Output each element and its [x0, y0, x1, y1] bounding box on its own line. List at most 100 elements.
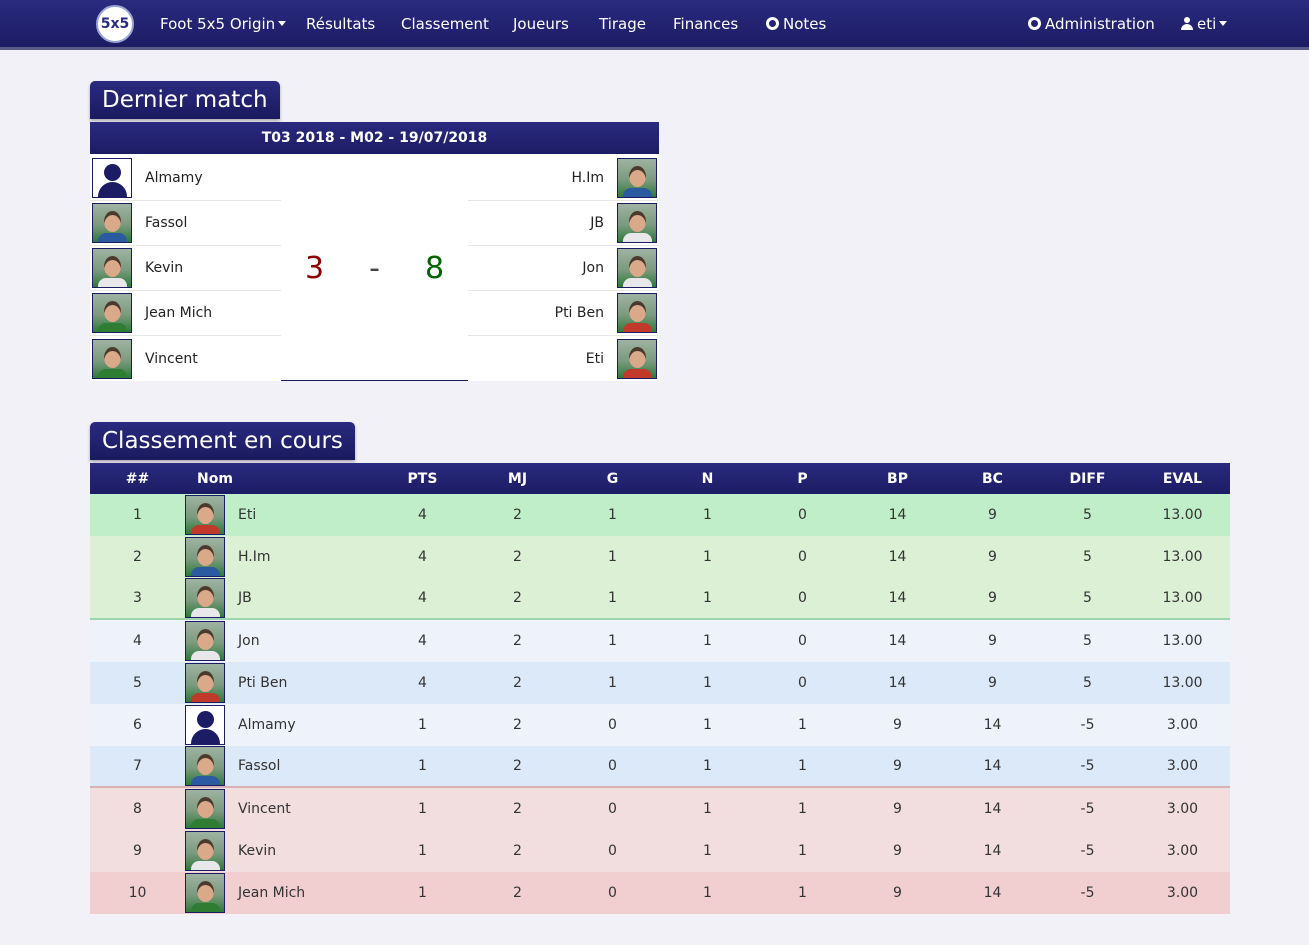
player-row[interactable]: Vincent: [90, 336, 281, 381]
g-cell: 0: [608, 843, 617, 859]
nav-classement[interactable]: Classement: [401, 15, 489, 33]
player-name[interactable]: Eti: [238, 494, 418, 536]
col-header-eval[interactable]: EVAL: [1135, 463, 1230, 494]
col-header-pts[interactable]: PTS: [375, 463, 470, 494]
nav-user-dropdown[interactable]: eti: [1181, 15, 1228, 33]
avatar[interactable]: [185, 831, 225, 871]
player-row[interactable]: Almamy: [90, 156, 281, 201]
player-name[interactable]: Jean Mich: [238, 872, 418, 914]
player-name[interactable]: Vincent: [238, 788, 418, 830]
col-header-name[interactable]: Nom: [185, 463, 245, 494]
nav-notes[interactable]: Notes: [766, 15, 826, 33]
score-separator: -: [369, 251, 380, 286]
diff-cell: 5: [1083, 507, 1092, 523]
eval-cell: 3.00: [1166, 885, 1199, 901]
player-row[interactable]: Jean Mich: [90, 291, 281, 336]
diff-cell: 5: [1083, 549, 1092, 565]
bp-cell: 14: [888, 507, 907, 523]
nav-resultats[interactable]: Résultats: [306, 15, 375, 33]
player-row[interactable]: Pti Ben: [468, 291, 659, 336]
avatar: [617, 293, 657, 333]
bp-cell: 14: [888, 549, 907, 565]
player-name[interactable]: Kevin: [238, 830, 418, 872]
rank-cell: 8: [133, 801, 142, 817]
mj-cell: 2: [513, 633, 522, 649]
match-score: 3 - 8: [281, 156, 468, 381]
eval-cell: 13.00: [1162, 507, 1203, 523]
avatar[interactable]: [185, 578, 225, 618]
avatar[interactable]: [185, 873, 225, 913]
player-name[interactable]: H.Im: [238, 536, 418, 578]
avatar: [617, 158, 657, 198]
table-row[interactable]: 9 1 2 0 1 1 9 14 -5 3.00 Kevin: [90, 830, 1230, 872]
diff-cell: 5: [1083, 633, 1092, 649]
nav-tirage[interactable]: Tirage: [599, 15, 646, 33]
col-header-diff[interactable]: DIFF: [1040, 463, 1135, 494]
player-name[interactable]: Fassol: [238, 746, 418, 786]
bc-cell: 14: [983, 885, 1002, 901]
nav-joueurs[interactable]: Joueurs: [513, 15, 569, 33]
col-header-n[interactable]: N: [660, 463, 755, 494]
nav-administration[interactable]: Administration: [1028, 15, 1155, 33]
avatar[interactable]: [185, 705, 225, 745]
table-row[interactable]: 2 4 2 1 1 0 14 9 5 13.00 H.Im: [90, 536, 1230, 578]
player-name[interactable]: JB: [238, 578, 418, 618]
g-cell: 1: [608, 590, 617, 606]
table-row[interactable]: 10 1 2 0 1 1 9 14 -5 3.00 Jean Mich: [90, 872, 1230, 914]
col-header-bc[interactable]: BC: [945, 463, 1040, 494]
table-row[interactable]: 5 4 2 1 1 0 14 9 5 13.00 Pti Ben: [90, 662, 1230, 704]
player-name[interactable]: Jon: [238, 620, 418, 662]
avatar-cell: [185, 494, 225, 536]
player-row[interactable]: H.Im: [468, 156, 659, 201]
player-name[interactable]: Almamy: [238, 704, 418, 746]
g-cell: 1: [608, 675, 617, 691]
n-cell: 1: [703, 633, 712, 649]
avatar[interactable]: [185, 789, 225, 829]
table-row[interactable]: 4 4 2 1 1 0 14 9 5 13.00 Jon: [90, 620, 1230, 662]
table-row[interactable]: 1 4 2 1 1 0 14 9 5 13.00 Eti: [90, 494, 1230, 536]
player-name[interactable]: Pti Ben: [238, 662, 418, 704]
avatar[interactable]: [185, 621, 225, 661]
eval-cell: 3.00: [1166, 717, 1199, 733]
last-match-title: Dernier match: [90, 81, 280, 119]
nav-brand-label: Foot 5x5 Origin: [160, 15, 276, 33]
table-row[interactable]: 7 1 2 0 1 1 9 14 -5 3.00 Fassol: [90, 746, 1230, 788]
mj-cell: 2: [513, 801, 522, 817]
avatar[interactable]: [185, 746, 225, 786]
team-left: Almamy Fassol Kevin Jean Mich Vincent: [90, 156, 281, 381]
col-header-g[interactable]: G: [565, 463, 660, 494]
col-header-mj[interactable]: MJ: [470, 463, 565, 494]
col-header-p[interactable]: P: [755, 463, 850, 494]
mj-cell: 2: [513, 507, 522, 523]
col-header-bp[interactable]: BP: [850, 463, 945, 494]
site-logo[interactable]: 5x5: [96, 5, 134, 43]
player-row[interactable]: Kevin: [90, 246, 281, 291]
ranking-body: 1 4 2 1 1 0 14 9 5 13.00 Eti 2 4 2 1 1 0 14 9 5 13.00 H.Im 3 4 2…: [90, 494, 1230, 914]
table-row[interactable]: 8 1 2 0 1 1 9 14 -5 3.00 Vincent: [90, 788, 1230, 830]
rank-cell: 1: [133, 507, 142, 523]
player-row[interactable]: Eti: [468, 336, 659, 381]
player-row[interactable]: Fassol: [90, 201, 281, 246]
last-match-panel: T03 2018 - M02 - 19/07/2018 Almamy Fasso…: [90, 122, 659, 381]
avatar: [617, 203, 657, 243]
player-row[interactable]: Jon: [468, 246, 659, 291]
mj-cell: 2: [513, 590, 522, 606]
bc-cell: 14: [983, 843, 1002, 859]
player-row[interactable]: JB: [468, 201, 659, 246]
col-header-rank[interactable]: ##: [90, 463, 185, 494]
nav-brand-dropdown[interactable]: Foot 5x5 Origin: [160, 15, 287, 33]
nav-finances[interactable]: Finances: [673, 15, 738, 33]
n-cell: 1: [703, 507, 712, 523]
avatar[interactable]: [185, 663, 225, 703]
avatar: [617, 338, 657, 379]
avatar[interactable]: [185, 495, 225, 535]
table-row[interactable]: 3 4 2 1 1 0 14 9 5 13.00 JB: [90, 578, 1230, 620]
p-cell: 1: [798, 717, 807, 733]
eval-cell: 3.00: [1166, 843, 1199, 859]
mj-cell: 2: [513, 843, 522, 859]
table-row[interactable]: 6 1 2 0 1 1 9 14 -5 3.00 Almamy: [90, 704, 1230, 746]
eval-cell: 3.00: [1166, 758, 1199, 774]
p-cell: 1: [798, 758, 807, 774]
avatar[interactable]: [185, 537, 225, 577]
user-icon: [1181, 17, 1193, 30]
